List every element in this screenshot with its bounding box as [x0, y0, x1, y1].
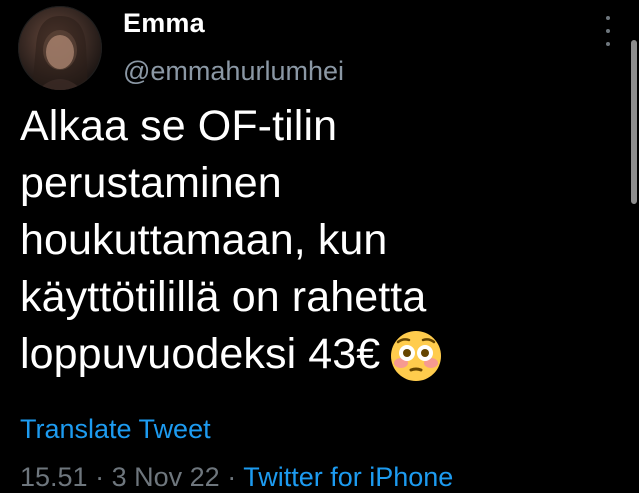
- author-display-name[interactable]: Emma: [123, 8, 205, 39]
- tweet-time[interactable]: 15.51: [20, 462, 88, 492]
- scrollbar-thumb[interactable]: [630, 40, 637, 204]
- tweet-client-link[interactable]: Twitter for iPhone: [243, 462, 453, 492]
- meta-separator: ·: [227, 462, 237, 492]
- scrollbar[interactable]: [628, 40, 639, 204]
- tweet-date[interactable]: 3 Nov 22: [112, 462, 220, 492]
- profile-photo-icon: [32, 16, 88, 90]
- tweet-text-line: perustaminen: [20, 159, 282, 207]
- more-dot: [606, 16, 610, 20]
- meta-separator: ·: [95, 462, 105, 492]
- tweet-text-line: houkuttamaan, kun: [20, 216, 388, 264]
- tweet-meta: 15.51 · 3 Nov 22 · Twitter for iPhone: [20, 462, 453, 493]
- more-vertical-icon[interactable]: [600, 16, 616, 46]
- tweet-text-line: käyttötilillä on rahetta: [20, 273, 427, 321]
- tweet-text-line-last: loppuvuodeksi 43€: [20, 326, 620, 383]
- more-dot: [606, 42, 610, 46]
- author-handle[interactable]: @emmahurlumhei: [123, 56, 344, 87]
- tweet-text-line: loppuvuodeksi 43€: [20, 330, 381, 378]
- flushed-face-emoji-icon: [391, 331, 442, 381]
- tweet-text-line: Alkaa se OF-tilin: [20, 102, 338, 150]
- translate-tweet-link[interactable]: Translate Tweet: [20, 414, 211, 445]
- author-avatar[interactable]: [18, 6, 102, 90]
- more-dot: [606, 29, 610, 33]
- tweet-text: Alkaa se OF-tilin perustaminen houkuttam…: [20, 98, 620, 383]
